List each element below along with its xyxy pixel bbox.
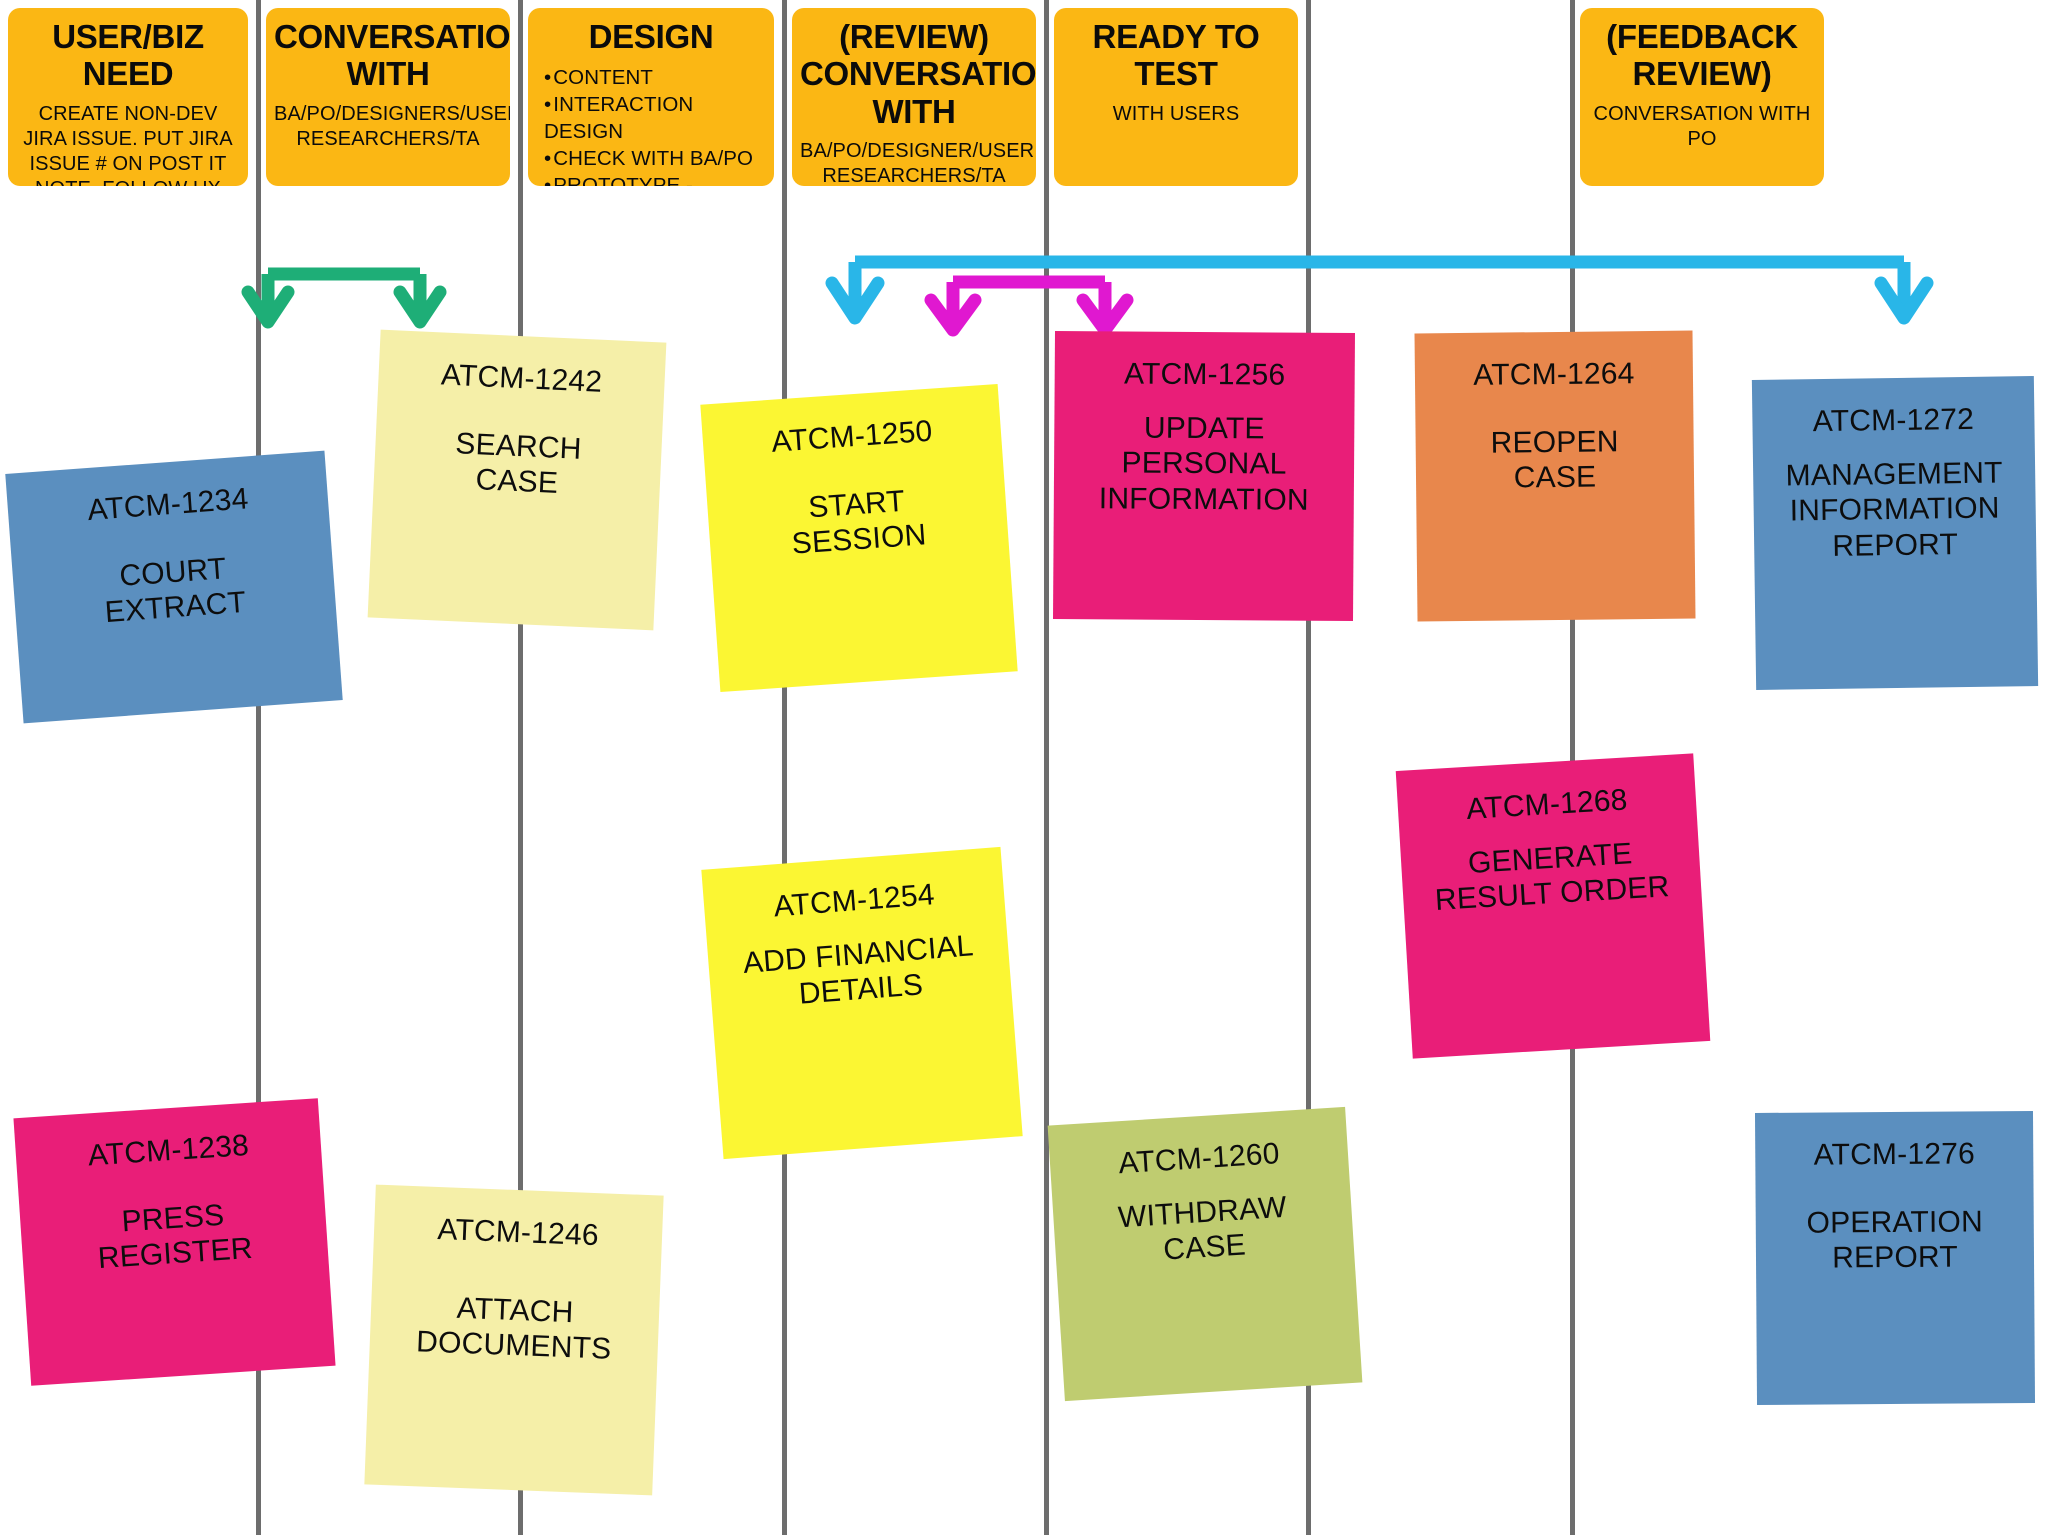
note-body: ADD FINANCIAL DETAILS bbox=[741, 929, 975, 1012]
column-header-user-biz-need[interactable]: USER/BIZ NEED CREATE NON-DEV JIRA ISSUE.… bbox=[8, 8, 248, 186]
sticky-note-atcm-1242[interactable]: ATCM-1242 SEARCH CASE bbox=[367, 329, 667, 631]
column-bullet-item: CONTENT bbox=[544, 64, 766, 91]
column-bullet-list: CONTENT INTERACTION DESIGN CHECK WITH BA… bbox=[536, 64, 766, 186]
note-id: ATCM-1276 bbox=[1813, 1137, 1976, 1172]
connector-magenta bbox=[924, 275, 1134, 337]
sticky-note-atcm-1260[interactable]: ATCM-1260 WITHDRAW CASE bbox=[1047, 1106, 1363, 1402]
note-id: ATCM-1250 bbox=[770, 414, 934, 459]
column-divider bbox=[1044, 0, 1049, 1535]
note-body: SEARCH CASE bbox=[454, 427, 583, 501]
column-bullet-item: CHECK WITH BA/PO bbox=[544, 145, 766, 172]
column-divider bbox=[782, 0, 787, 1535]
connector-cyan bbox=[825, 255, 1934, 325]
column-header-review-conversation-with[interactable]: (REVIEW) CONVERSATION WITH BA/PO/DESIGNE… bbox=[792, 8, 1036, 186]
note-id: ATCM-1254 bbox=[772, 878, 936, 924]
note-body: REOPEN CASE bbox=[1490, 425, 1619, 495]
column-header-ready-to-test[interactable]: READY TO TEST WITH USERS bbox=[1054, 8, 1298, 186]
sticky-note-atcm-1276[interactable]: ATCM-1276 OPERATION REPORT bbox=[1754, 1111, 2036, 1405]
story-map-board: USER/BIZ NEED CREATE NON-DEV JIRA ISSUE.… bbox=[0, 0, 2048, 1535]
note-id: ATCM-1238 bbox=[86, 1128, 250, 1173]
column-subtitle: CONVERSATION WITH PO bbox=[1593, 102, 1811, 150]
sticky-note-atcm-1234[interactable]: ATCM-1234 COURT EXTRACT bbox=[5, 450, 343, 724]
note-body: COURT EXTRACT bbox=[103, 552, 248, 630]
note-id: ATCM-1264 bbox=[1473, 357, 1635, 392]
note-id: ATCM-1256 bbox=[1123, 357, 1286, 392]
column-subtitle: BA/PO/DESIGNERS/USER RESEARCHERS/TA bbox=[274, 102, 510, 150]
column-title: (REVIEW) CONVERSATION WITH bbox=[800, 18, 1036, 130]
column-subtitle: BA/PO/DESIGNER/USER RESEARCHERS/TA bbox=[800, 139, 1035, 186]
column-subtitle: CREATE NON-DEV JIRA ISSUE. PUT JIRA ISSU… bbox=[23, 102, 233, 186]
sticky-note-atcm-1256[interactable]: ATCM-1256 UPDATE PERSONAL INFORMATION bbox=[1052, 330, 1356, 622]
column-title: CONVERSATION WITH bbox=[274, 18, 510, 93]
connector-green bbox=[241, 267, 447, 329]
sticky-note-atcm-1272[interactable]: ATCM-1272 MANAGEMENT INFORMATION REPORT bbox=[1751, 376, 2039, 690]
note-id: ATCM-1242 bbox=[440, 358, 603, 399]
sticky-note-atcm-1238[interactable]: ATCM-1238 PRESS REGISTER bbox=[13, 1098, 336, 1386]
note-id: ATCM-1260 bbox=[1117, 1137, 1281, 1181]
note-id: ATCM-1268 bbox=[1465, 783, 1629, 826]
sticky-note-atcm-1254[interactable]: ATCM-1254 ADD FINANCIAL DETAILS bbox=[701, 846, 1023, 1160]
note-body: PRESS REGISTER bbox=[96, 1198, 254, 1276]
column-title: READY TO TEST bbox=[1092, 18, 1260, 93]
sticky-note-atcm-1246[interactable]: ATCM-1246 ATTACH DOCUMENTS bbox=[364, 1184, 664, 1496]
column-title: USER/BIZ NEED bbox=[52, 18, 204, 93]
column-header-design[interactable]: DESIGN CONTENT INTERACTION DESIGN CHECK … bbox=[528, 8, 774, 186]
note-id: ATCM-1272 bbox=[1812, 402, 1975, 439]
note-body: WITHDRAW CASE bbox=[1117, 1190, 1288, 1267]
column-header-feedback-review[interactable]: (FEEDBACK REVIEW) CONVERSATION WITH PO bbox=[1580, 8, 1824, 186]
note-body: OPERATION REPORT bbox=[1806, 1205, 1983, 1275]
note-body: GENERATE RESULT ORDER bbox=[1434, 837, 1671, 918]
note-body: UPDATE PERSONAL INFORMATION bbox=[1098, 411, 1309, 517]
note-body: ATTACH DOCUMENTS bbox=[415, 1291, 612, 1367]
sticky-note-atcm-1264[interactable]: ATCM-1264 REOPEN CASE bbox=[1414, 330, 1696, 622]
note-id: ATCM-1246 bbox=[436, 1212, 600, 1253]
sticky-note-atcm-1250[interactable]: ATCM-1250 START SESSION bbox=[700, 383, 1018, 693]
column-bullet-item: INTERACTION DESIGN bbox=[544, 91, 766, 145]
column-bullet-item: PROTOTYPE - FRONT END bbox=[544, 172, 766, 186]
note-body: MANAGEMENT INFORMATION REPORT bbox=[1785, 456, 2003, 563]
sticky-note-atcm-1268[interactable]: ATCM-1268 GENERATE RESULT ORDER bbox=[1395, 753, 1711, 1059]
column-title: DESIGN bbox=[588, 18, 714, 55]
column-title: (FEEDBACK REVIEW) bbox=[1606, 18, 1798, 93]
note-body: START SESSION bbox=[790, 484, 928, 562]
note-id: ATCM-1234 bbox=[86, 482, 250, 528]
column-header-conversation-with[interactable]: CONVERSATION WITH BA/PO/DESIGNERS/USER R… bbox=[266, 8, 510, 186]
column-subtitle: WITH USERS bbox=[1112, 102, 1240, 125]
